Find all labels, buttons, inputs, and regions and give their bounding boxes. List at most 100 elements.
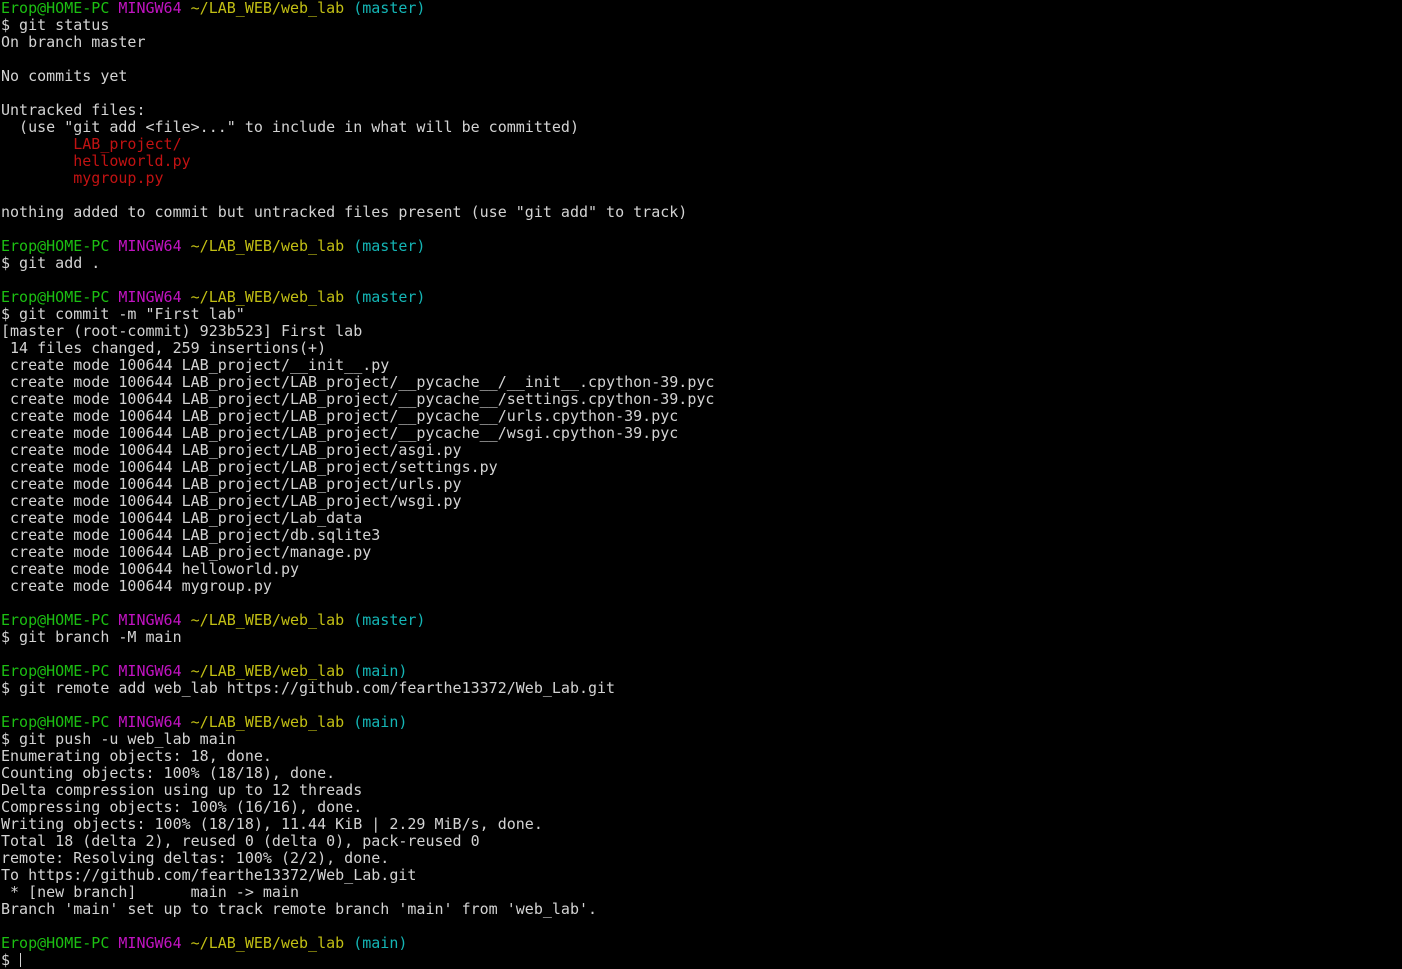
command-line: $ git remote add web_lab https://github.… <box>1 680 1402 697</box>
prompt-path: ~/LAB_WEB/web_lab <box>190 289 345 306</box>
line-text: Total 18 (delta 2), reused 0 (delta 0), … <box>1 833 480 850</box>
prompt-msystem: MINGW64 <box>118 714 182 731</box>
untracked-file: LAB_project/ <box>1 136 182 153</box>
output-line: remote: Resolving deltas: 100% (2/2), do… <box>1 850 1402 867</box>
line-text: Enumerating objects: 18, done. <box>1 748 272 765</box>
command-line: $ git add . <box>1 255 1402 272</box>
prompt-line: Erop@HOME-PC MINGW64 ~/LAB_WEB/web_lab (… <box>1 612 1402 629</box>
line-text: No commits yet <box>1 68 128 85</box>
prompt-user-host: Erop@HOME-PC <box>1 0 110 17</box>
prompt-path: ~/LAB_WEB/web_lab <box>190 935 345 952</box>
prompt-user-host: Erop@HOME-PC <box>1 663 110 680</box>
line-text: create mode 100644 mygroup.py <box>1 578 272 595</box>
prompt-branch: (main) <box>353 714 408 731</box>
output-line: nothing added to commit but untracked fi… <box>1 204 1402 221</box>
line-text: $ git push -u web_lab main <box>1 731 236 748</box>
line-text: nothing added to commit but untracked fi… <box>1 204 688 221</box>
line-text: $ git status <box>1 17 110 34</box>
line-text: Writing objects: 100% (18/18), 11.44 KiB… <box>1 816 543 833</box>
output-line: create mode 100644 helloworld.py <box>1 561 1402 578</box>
output-line: * [new branch] main -> main <box>1 884 1402 901</box>
output-line: create mode 100644 mygroup.py <box>1 578 1402 595</box>
line-text: create mode 100644 LAB_project/LAB_proje… <box>1 493 462 510</box>
prompt-msystem: MINGW64 <box>118 663 182 680</box>
prompt-line: Erop@HOME-PC MINGW64 ~/LAB_WEB/web_lab (… <box>1 0 1402 17</box>
output-line: Delta compression using up to 12 threads <box>1 782 1402 799</box>
prompt-msystem: MINGW64 <box>118 238 182 255</box>
output-line: Enumerating objects: 18, done. <box>1 748 1402 765</box>
untracked-file: mygroup.py <box>1 170 164 187</box>
command-input-line[interactable]: $ <box>1 952 1402 969</box>
line-text: create mode 100644 LAB_project/LAB_proje… <box>1 374 715 391</box>
output-line: create mode 100644 LAB_project/LAB_proje… <box>1 374 1402 391</box>
line-text: On branch master <box>1 34 146 51</box>
output-line: Total 18 (delta 2), reused 0 (delta 0), … <box>1 833 1402 850</box>
output-line: create mode 100644 LAB_project/manage.py <box>1 544 1402 561</box>
terminal-output[interactable]: Erop@HOME-PC MINGW64 ~/LAB_WEB/web_lab (… <box>0 0 1402 969</box>
output-line: On branch master <box>1 34 1402 51</box>
line-text: create mode 100644 LAB_project/db.sqlite… <box>1 527 381 544</box>
prompt-path: ~/LAB_WEB/web_lab <box>190 663 345 680</box>
prompt-msystem: MINGW64 <box>118 935 182 952</box>
prompt-user-host: Erop@HOME-PC <box>1 612 110 629</box>
output-line: [master (root-commit) 923b523] First lab <box>1 323 1402 340</box>
line-text: $ git remote add web_lab https://github.… <box>1 680 616 697</box>
output-line: Branch 'main' set up to track remote bra… <box>1 901 1402 918</box>
prompt-msystem: MINGW64 <box>118 289 182 306</box>
untracked-file-line: mygroup.py <box>1 170 1402 187</box>
line-text: $ git commit -m "First lab" <box>1 306 245 323</box>
output-line: create mode 100644 LAB_project/LAB_proje… <box>1 459 1402 476</box>
line-text: $ git add . <box>1 255 101 272</box>
prompt-path: ~/LAB_WEB/web_lab <box>190 714 345 731</box>
output-line: create mode 100644 LAB_project/db.sqlite… <box>1 527 1402 544</box>
prompt-msystem: MINGW64 <box>118 0 182 17</box>
output-line: create mode 100644 LAB_project/LAB_proje… <box>1 476 1402 493</box>
output-line: Untracked files: <box>1 102 1402 119</box>
prompt-branch: (main) <box>353 663 408 680</box>
prompt-line: Erop@HOME-PC MINGW64 ~/LAB_WEB/web_lab (… <box>1 935 1402 952</box>
command-line: $ git push -u web_lab main <box>1 731 1402 748</box>
command-line: $ git status <box>1 17 1402 34</box>
text-cursor <box>20 953 22 967</box>
output-line: create mode 100644 LAB_project/LAB_proje… <box>1 391 1402 408</box>
line-text: create mode 100644 LAB_project/LAB_proje… <box>1 391 715 408</box>
output-line: Writing objects: 100% (18/18), 11.44 KiB… <box>1 816 1402 833</box>
input-prompt: $ <box>1 952 20 969</box>
prompt-path: ~/LAB_WEB/web_lab <box>190 612 345 629</box>
prompt-branch: (master) <box>353 289 426 306</box>
prompt-line: Erop@HOME-PC MINGW64 ~/LAB_WEB/web_lab (… <box>1 663 1402 680</box>
output-line: No commits yet <box>1 68 1402 85</box>
prompt-user-host: Erop@HOME-PC <box>1 935 110 952</box>
output-line: Compressing objects: 100% (16/16), done. <box>1 799 1402 816</box>
line-text: Counting objects: 100% (18/18), done. <box>1 765 336 782</box>
line-text: $ git branch -M main <box>1 629 182 646</box>
prompt-branch: (master) <box>353 0 426 17</box>
prompt-path: ~/LAB_WEB/web_lab <box>190 238 345 255</box>
output-line: create mode 100644 LAB_project/__init__.… <box>1 357 1402 374</box>
line-text: Branch 'main' set up to track remote bra… <box>1 901 598 918</box>
prompt-line: Erop@HOME-PC MINGW64 ~/LAB_WEB/web_lab (… <box>1 289 1402 306</box>
line-text: create mode 100644 LAB_project/LAB_proje… <box>1 442 462 459</box>
line-text: [master (root-commit) 923b523] First lab <box>1 323 363 340</box>
untracked-file-line: helloworld.py <box>1 153 1402 170</box>
line-text: * [new branch] main -> main <box>1 884 300 901</box>
prompt-line: Erop@HOME-PC MINGW64 ~/LAB_WEB/web_lab (… <box>1 238 1402 255</box>
line-text: Untracked files: <box>1 102 146 119</box>
line-text: create mode 100644 LAB_project/LAB_proje… <box>1 476 462 493</box>
line-text: create mode 100644 LAB_project/manage.py <box>1 544 372 561</box>
line-text: Compressing objects: 100% (16/16), done. <box>1 799 363 816</box>
line-text: create mode 100644 LAB_project/LAB_proje… <box>1 459 498 476</box>
prompt-user-host: Erop@HOME-PC <box>1 238 110 255</box>
command-line: $ git branch -M main <box>1 629 1402 646</box>
line-text: create mode 100644 LAB_project/Lab_data <box>1 510 363 527</box>
line-text: create mode 100644 LAB_project/__init__.… <box>1 357 390 374</box>
output-line: To https://github.com/fearthe13372/Web_L… <box>1 867 1402 884</box>
